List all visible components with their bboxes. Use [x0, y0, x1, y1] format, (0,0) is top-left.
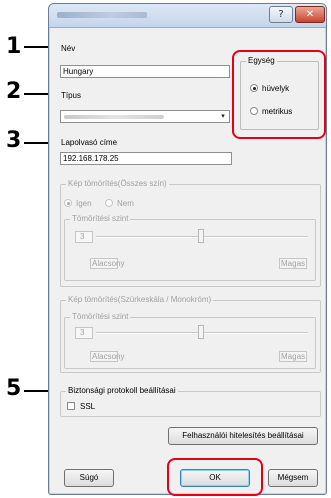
security-group: Biztonsági protokoll beállításai	[60, 386, 321, 417]
scanner-address-field[interactable]: 192.168.178.25	[60, 152, 232, 165]
color-level-high-label: Magas	[279, 258, 307, 269]
ssl-label: SSL	[80, 402, 96, 411]
highlight-unit-group	[232, 50, 326, 139]
color-compression-yes-label: Igen	[76, 199, 92, 208]
help-button[interactable]: Súgó	[64, 469, 114, 487]
color-level-slider[interactable]	[198, 229, 204, 243]
highlight-ok-button	[167, 458, 263, 496]
type-select-value-blurred	[64, 115, 164, 119]
gray-level-high-label: Magas	[279, 351, 307, 362]
name-field[interactable]: Hungary	[60, 65, 230, 78]
gray-level-low-label: Alacsony	[90, 351, 125, 362]
color-level-spin[interactable]: 3	[75, 231, 93, 243]
security-group-title: Biztonsági protokoll beállításai	[66, 386, 178, 395]
gray-compression-title: Kép tömörítés(Szürkeskála / Monokróm)	[66, 295, 214, 304]
callout-3: 3	[6, 128, 22, 153]
ssl-checkbox[interactable]	[67, 402, 75, 410]
scanner-address-label: Lapolvasó címe	[61, 138, 118, 147]
title-bar: ? ✕	[49, 4, 326, 28]
gray-level-spin[interactable]: 3	[75, 327, 93, 339]
callout-1: 1	[6, 34, 22, 59]
color-level-title: Tömörítési szint	[70, 214, 131, 223]
callout-2: 2	[6, 79, 22, 104]
user-credentials-button[interactable]: Felhasználói hitelesítés beállításai	[168, 427, 318, 445]
type-select[interactable]: ▾	[60, 110, 230, 123]
color-compression-yes-radio[interactable]	[64, 199, 72, 207]
type-label: Típus	[61, 91, 82, 100]
color-level-low-label: Alacsony	[90, 258, 125, 269]
close-icon[interactable]: ✕	[295, 6, 325, 23]
callout-5: 5	[6, 376, 22, 401]
gray-level-title: Tömörítési szint	[70, 312, 131, 321]
dropdown-arrow-icon[interactable]: ▾	[217, 111, 229, 122]
name-label: Név	[61, 44, 76, 53]
cancel-button[interactable]: Mégsem	[268, 469, 318, 487]
color-compression-no-label: Nem	[117, 199, 134, 208]
window-title-blurred	[57, 12, 147, 18]
color-compression-no-radio[interactable]	[105, 199, 113, 207]
color-level-group: Tömörítési szint	[64, 214, 316, 281]
help-icon[interactable]: ?	[269, 6, 293, 23]
color-compression-title: Kép tömörítés(Összes szín)	[66, 179, 169, 188]
gray-level-slider[interactable]	[198, 325, 204, 339]
